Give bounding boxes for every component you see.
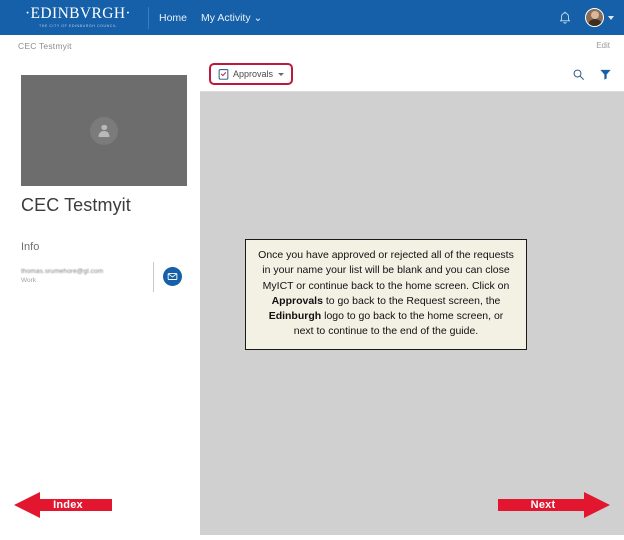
instruction-callout: Once you have approved or rejected all o… — [245, 239, 527, 350]
send-email-button[interactable] — [163, 267, 182, 286]
chevron-down-icon — [278, 72, 285, 76]
callout-text-part1: Once you have approved or rejected all o… — [258, 249, 514, 292]
edinburgh-logo[interactable]: ·EDINBVRGH· THE CITY OF EDINBURGH COUNCI… — [14, 6, 142, 29]
envelope-icon — [167, 273, 178, 280]
approvals-label: Approvals — [233, 69, 274, 79]
clipboard-check-icon — [218, 69, 229, 80]
profile-sidebar: CEC Testmyit Info thomas.srumehore@gl.co… — [0, 60, 200, 540]
brand-subtitle: THE CITY OF EDINBURGH COUNCIL — [39, 24, 117, 28]
callout-text-part2: to go back to the Request screen, the — [322, 294, 501, 307]
callout-bold-edinburgh: Edinburgh — [268, 310, 322, 323]
nav-item-home[interactable]: Home — [159, 12, 187, 24]
callout-text-part3: logo to go back to the home screen, or n… — [293, 310, 504, 338]
arrow-right-icon — [498, 492, 610, 518]
toolbar-icons — [572, 68, 612, 81]
header-right-tools — [557, 0, 614, 35]
bell-icon[interactable] — [557, 10, 573, 26]
content-toolbar: Approvals — [200, 60, 624, 92]
arrow-left-icon — [14, 492, 112, 518]
next-button[interactable]: Next — [498, 490, 610, 520]
nav-item-my-activity[interactable]: My Activity ⌄ — [201, 12, 262, 24]
guide-screenshot: ·EDINBVRGH· THE CITY OF EDINBURGH COUNCI… — [0, 0, 624, 540]
email-type-label: Work — [21, 277, 37, 284]
contact-divider — [153, 262, 154, 292]
search-icon[interactable] — [572, 68, 585, 81]
callout-bold-approvals: Approvals — [271, 294, 323, 307]
page-title: CEC Testmyit — [21, 195, 131, 215]
approvals-dropdown-button[interactable]: Approvals — [209, 63, 294, 85]
person-placeholder-icon — [90, 116, 118, 145]
filter-icon[interactable] — [599, 68, 612, 81]
edit-link[interactable]: Edit — [596, 41, 610, 50]
email-value: thomas.srumehore@gl.com — [21, 268, 104, 275]
avatar — [585, 8, 604, 27]
contact-details: thomas.srumehore@gl.com Work — [21, 268, 143, 284]
breadcrumb-bar: CEC Testmyit Edit — [0, 35, 624, 60]
profile-photo-placeholder — [21, 75, 187, 186]
breadcrumb[interactable]: CEC Testmyit — [18, 41, 72, 51]
info-heading: Info — [21, 241, 40, 253]
header-divider — [148, 6, 149, 29]
index-button[interactable]: Index — [14, 490, 112, 520]
brand-wordmark: ·EDINBVRGH· — [25, 5, 131, 22]
chevron-down-icon — [608, 15, 614, 20]
top-navigation-bar: ·EDINBVRGH· THE CITY OF EDINBURGH COUNCI… — [0, 0, 624, 35]
avatar-menu[interactable] — [585, 8, 614, 27]
